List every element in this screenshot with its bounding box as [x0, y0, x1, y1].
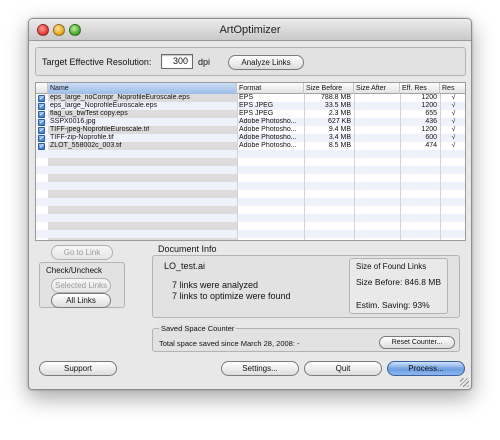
row-checkbox[interactable]: ✓: [38, 127, 45, 134]
table-row[interactable]: ✓ TIFF-zip-Noprofile.tif Adobe Photosho...…: [36, 134, 465, 142]
table-body: ✓ eps_large_noCompr_NoprofileEuroscale.ep…: [36, 94, 465, 150]
resize-grip-icon[interactable]: [460, 378, 469, 387]
cell-res: √: [451, 102, 456, 109]
cell-eff-res: 1200: [421, 126, 437, 133]
cell-eff-res: 436: [425, 118, 437, 125]
selected-links-button[interactable]: Selected Links: [51, 278, 111, 293]
table-row[interactable]: ✓ eps_large_NoprofileEuroscale.eps EPS JPE…: [36, 102, 465, 110]
cell-format: Adobe Photosho...: [239, 142, 297, 149]
column-header-size-before[interactable]: Size Before: [304, 83, 354, 94]
cell-size-after: [354, 102, 397, 110]
title-bar[interactable]: ArtOptimizer: [29, 19, 471, 41]
column-header-res[interactable]: Res: [440, 83, 465, 94]
saved-space-label: Saved Space Counter: [159, 324, 237, 333]
cell-res: √: [451, 134, 456, 141]
cell-name: SSPX0016.jpg: [50, 118, 96, 125]
cell-format: Adobe Photosho...: [239, 126, 297, 133]
quit-button[interactable]: Quit: [304, 361, 382, 376]
row-checkbox[interactable]: ✓: [38, 95, 45, 102]
cell-eff-res: 600: [425, 134, 437, 141]
resolution-group: Target Effective Resolution: 300 dpi Ana…: [35, 47, 466, 76]
cell-size-after: [354, 94, 397, 102]
cell-name: eps_large_NoprofileEuroscale.eps: [50, 102, 158, 109]
cell-name: flag_us_bwTest copy.eps: [50, 110, 128, 117]
process-button[interactable]: Process...: [387, 361, 465, 376]
cell-eff-res: 1200: [421, 94, 437, 101]
size-before-text: Size Before: 846.8 MB: [356, 277, 442, 287]
saved-space-group: Saved Space Counter Total space saved si…: [152, 324, 460, 352]
links-to-optimize-text: 7 links to optimize were found: [172, 291, 291, 301]
window-title: ArtOptimizer: [219, 24, 281, 36]
table-row[interactable]: ✓ SSPX0016.jpg Adobe Photosho... 627 KB 436 √: [36, 118, 465, 126]
cell-size-before: 9.4 MB: [328, 126, 351, 133]
document-filename: LO_test.ai: [164, 261, 206, 271]
check-uncheck-label: Check/Uncheck: [46, 266, 103, 275]
cell-res: √: [451, 118, 456, 125]
cell-eff-res: 655: [425, 110, 437, 117]
cell-res: √: [451, 110, 456, 117]
cell-size-after: [354, 134, 397, 142]
cell-format: EPS JPEG: [239, 110, 274, 117]
row-checkbox[interactable]: ✓: [38, 135, 45, 142]
cell-size-after: [354, 142, 397, 150]
size-found-links-label: Size of Found Links: [356, 262, 427, 271]
go-to-link-button[interactable]: Go to Link: [51, 245, 113, 260]
cell-name: eps_large_noCompr_NoprofileEuroscale.eps: [50, 94, 190, 101]
column-header-name[interactable]: Name: [48, 83, 237, 94]
cell-format: Adobe Photosho...: [239, 134, 297, 141]
analyze-links-button[interactable]: Analyze Links: [228, 55, 304, 70]
row-checkbox[interactable]: ✓: [38, 103, 45, 110]
estim-saving-text: Estim. Saving: 93%: [356, 300, 430, 310]
settings-button[interactable]: Settings...: [221, 361, 299, 376]
reset-counter-button[interactable]: Reset Counter...: [379, 336, 455, 349]
resolution-unit: dpi: [198, 57, 211, 67]
cell-format: Adobe Photosho...: [239, 118, 297, 125]
check-uncheck-group: Check/Uncheck Selected Links All Links: [39, 262, 125, 308]
cell-size-before: 788.8 MB: [321, 94, 351, 101]
document-info-label: Document Info: [158, 244, 217, 254]
column-header-eff-res[interactable]: Eff. Res: [400, 83, 440, 94]
artoptimizer-window: ArtOptimizer Target Effective Resolution…: [28, 18, 472, 390]
cell-eff-res: 474: [425, 142, 437, 149]
support-button[interactable]: Support: [39, 361, 117, 376]
cell-name: ZLOT_558002c_003.tif: [50, 142, 122, 149]
column-header-check[interactable]: [36, 83, 48, 94]
row-checkbox[interactable]: ✓: [38, 143, 45, 150]
document-info-group: LO_test.ai 7 links were analyzed 7 links…: [152, 255, 460, 318]
column-header-size-after[interactable]: Size After: [354, 83, 400, 94]
table-row[interactable]: ✓ TIFF-jpeg-NoprofileEuroscale.tif Adobe P…: [36, 126, 465, 134]
links-table[interactable]: Name Format Size Before Size After Eff. …: [35, 82, 466, 241]
cell-name: TIFF-zip-Noprofile.tif: [50, 134, 114, 141]
resolution-label: Target Effective Resolution:: [42, 57, 152, 67]
cell-res: √: [451, 126, 456, 133]
table-row[interactable]: ✓ flag_us_bwTest copy.eps EPS JPEG 2.3 MB 65…: [36, 110, 465, 118]
cell-size-after: [354, 118, 397, 126]
saved-space-text: Total space saved since March 28, 2008: …: [159, 339, 300, 348]
links-analyzed-text: 7 links were analyzed: [172, 280, 259, 290]
row-checkbox[interactable]: ✓: [38, 111, 45, 118]
cell-size-after: [354, 126, 397, 134]
column-header-format[interactable]: Format: [237, 83, 304, 94]
cell-format: EPS: [239, 94, 254, 101]
table-header: Name Format Size Before Size After Eff. …: [36, 83, 465, 94]
cell-size-before: 33.5 MB: [324, 102, 351, 109]
cell-format: EPS JPEG: [239, 102, 274, 109]
table-row[interactable]: ✓ eps_large_noCompr_NoprofileEuroscale.ep…: [36, 94, 465, 102]
cell-res: √: [451, 142, 456, 149]
resolution-input[interactable]: 300: [161, 54, 193, 69]
cell-name: TIFF-jpeg-NoprofileEuroscale.tif: [50, 126, 150, 133]
cell-size-after: [354, 110, 397, 118]
row-checkbox[interactable]: ✓: [38, 119, 45, 126]
cell-size-before: 3.4 MB: [328, 134, 351, 141]
table-row[interactable]: ✓ ZLOT_558002c_003.tif Adobe Photosho... 8.…: [36, 142, 465, 150]
cell-size-before: 2.3 MB: [328, 110, 351, 117]
cell-res: √: [451, 94, 456, 101]
cell-eff-res: 1200: [421, 102, 437, 109]
cell-size-before: 8.5 MB: [328, 142, 351, 149]
cell-size-before: 627 KB: [328, 118, 351, 125]
all-links-button[interactable]: All Links: [51, 293, 111, 308]
size-found-links-group: Size of Found Links Size Before: 846.8 M…: [349, 258, 448, 314]
